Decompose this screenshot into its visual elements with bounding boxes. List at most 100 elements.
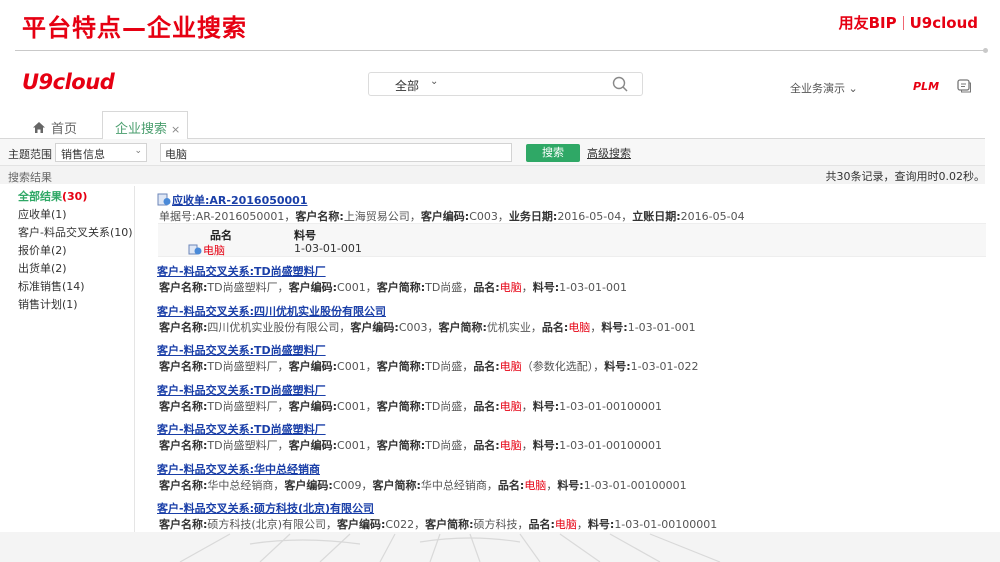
field-value: C001 [337,439,366,452]
highlight-keyword: 电脑 [499,439,522,452]
field-label: 客户编码: [420,210,470,223]
field-value: 1-03-01-022 [630,360,699,373]
result-title-link[interactable]: 客户-料品交叉关系:TD尚盛塑料厂 [157,342,326,358]
result-title-link[interactable]: 客户-料品交叉关系:华中总经销商 [157,461,320,477]
sidebar-item[interactable]: 标准销售(14) [18,278,85,294]
field-label: 客户简称: [425,518,474,531]
tab-enterprise-search[interactable]: 企业搜索 × [102,111,188,140]
field-value: 优机实业 [486,321,531,334]
field-label: 品名: [473,360,500,373]
sidebar-item[interactable]: 报价单(2) [18,242,67,258]
tab-home[interactable]: 首页 [32,118,77,137]
field-value: 2016-05-04 [557,210,622,223]
sidebar-item-all-count: (30) [62,190,88,203]
field-value: TD尚盛塑料厂 [207,360,278,373]
tab-enterprise-search-label: 企业搜索 [115,122,168,137]
result-detail: 客户名称:华中总经销商，客户编码:C009，客户简称:华中总经销商，品名:电脑，… [159,479,687,492]
results-header: 搜索结果 共30条记录，查询用时0.02秒。 [0,166,985,184]
field-label: 料号: [532,400,560,413]
field-value: TD尚盛 [425,281,463,294]
result-detail: 单据号:AR-2016050001，客户名称:上海贸易公司，客户编码:C003，… [159,210,745,223]
result-title-link[interactable]: 客户-料品交叉关系:TD尚盛塑料厂 [157,263,326,279]
close-icon[interactable]: × [171,123,180,136]
result-detail: 客户名称:四川优机实业股份有限公司，客户编码:C003，客户简称:优机实业，品名… [159,321,696,334]
result-title-link[interactable]: 应收单:AR-2016050001 [157,192,308,208]
message-icon[interactable] [956,78,972,94]
sidebar-item-all[interactable]: 全部结果(30) [18,188,87,204]
sidebar-item[interactable]: 应收单(1) [18,206,67,222]
result-title-link[interactable]: 客户-料品交叉关系:四川优机实业股份有限公司 [157,303,386,319]
result-detail: 客户名称:TD尚盛塑料厂，客户编码:C001，客户简称:TD尚盛，品名:电脑，料… [159,439,663,452]
app-logo[interactable]: U9cloud [22,70,115,94]
results-summary: 共30条记录，查询用时0.02秒。 [825,170,986,183]
field-value: TD尚盛 [425,360,463,373]
table-cell-product: 电脑 [188,242,225,258]
field-label: 品名: [528,518,555,531]
field-label: 品名: [473,400,500,413]
brand-u9cloud: U9cloud [909,13,978,32]
field-label: 客户名称: [159,479,208,492]
field-value: TD尚盛塑料厂 [207,281,278,294]
home-icon [33,122,45,133]
field-value: 1-03-01-00100001 [583,479,687,492]
category-sidebar: 全部结果(30) 应收单(1) 客户-料品交叉关系(10) 报价单(2) 出货单… [0,186,135,532]
field-label: 客户编码: [350,321,399,334]
result-detail: 客户名称:硕方科技(北京)有限公司，客户编码:C022，客户简称:硕方科技，品名… [159,518,718,531]
field-value: TD尚盛塑料厂 [207,439,278,452]
field-value: C001 [337,400,366,413]
field-value: 1-03-01-00100001 [559,439,663,452]
advanced-search-link[interactable]: 高级搜索 [587,145,631,161]
search-icon[interactable] [612,76,628,92]
result-detail: 客户名称:TD尚盛塑料厂，客户编码:C001，客户简称:TD尚盛，品名:电脑，料… [159,281,628,294]
field-label: 客户编码: [288,360,338,373]
field-value: 硕方科技(北京)有限公司 [207,518,326,531]
brand-bip: 用友BIP [838,14,897,32]
field-value: （参数化选配） [521,360,594,373]
field-label: 料号: [532,281,560,294]
field-label: 客户简称: [376,281,426,294]
tab-bar: 首页 企业搜索 × [0,110,985,140]
brand-logos: 用友BIP U9cloud [839,12,978,33]
demo-menu-label: 全业务演示 [790,82,845,95]
field-label: 料号: [532,439,560,452]
field-label: 客户名称: [159,321,208,334]
sidebar-item[interactable]: 客户-料品交叉关系(10) [18,224,133,240]
result-title-link[interactable]: 客户-料品交叉关系:TD尚盛塑料厂 [157,382,326,398]
sidebar-item[interactable]: 销售计划(1) [18,296,78,312]
field-value: 华中总经销商 [207,479,274,492]
field-label: 立账日期: [632,210,681,223]
field-value: 四川优机实业股份有限公司 [207,321,340,334]
field-label: 客户名称: [159,281,208,294]
result-title-link[interactable]: 客户-料品交叉关系:硕方科技(北京)有限公司 [157,500,374,516]
field-value: C001 [337,360,366,373]
search-button[interactable]: 搜索 [526,144,580,162]
scope-select[interactable]: 销售信息 ⌄ [55,143,147,162]
result-title-link[interactable]: 客户-料品交叉关系:TD尚盛塑料厂 [157,421,326,437]
field-value: AR-2016050001 [195,210,285,223]
search-scope-dropdown[interactable]: 全部 [395,77,419,94]
chevron-down-icon[interactable]: ⌄ [430,76,438,87]
field-value: 1-03-01-00100001 [614,518,718,531]
global-search-box[interactable]: 全部 ⌄ [368,72,643,96]
keyword-input[interactable]: 电脑 [160,143,512,162]
scope-label: 主题范围 [8,148,52,161]
field-value: C001 [337,281,366,294]
results-list: 应收单:AR-2016050001 单据号:AR-2016050001，客户名称… [150,186,986,532]
sidebar-item[interactable]: 出货单(2) [18,260,67,276]
field-label: 客户编码: [288,281,338,294]
highlight-keyword: 电脑 [499,360,522,373]
plm-link[interactable]: PLM [913,80,939,93]
field-label: 品名: [473,439,500,452]
field-label: 客户名称: [295,210,344,223]
field-label: 料号: [587,518,615,531]
demo-menu[interactable]: 全业务演示 ⌄ [790,80,858,96]
field-value: 华中总经销商 [420,479,487,492]
field-label: 料号: [604,360,631,373]
chevron-down-icon: ⌄ [134,146,142,156]
highlight-keyword: 电脑 [554,518,577,531]
field-label: 客户编码: [288,439,338,452]
field-label: 料号: [557,479,584,492]
highlight-keyword: 电脑 [499,400,522,413]
field-value: C022 [385,518,415,531]
field-label: 品名: [473,281,500,294]
